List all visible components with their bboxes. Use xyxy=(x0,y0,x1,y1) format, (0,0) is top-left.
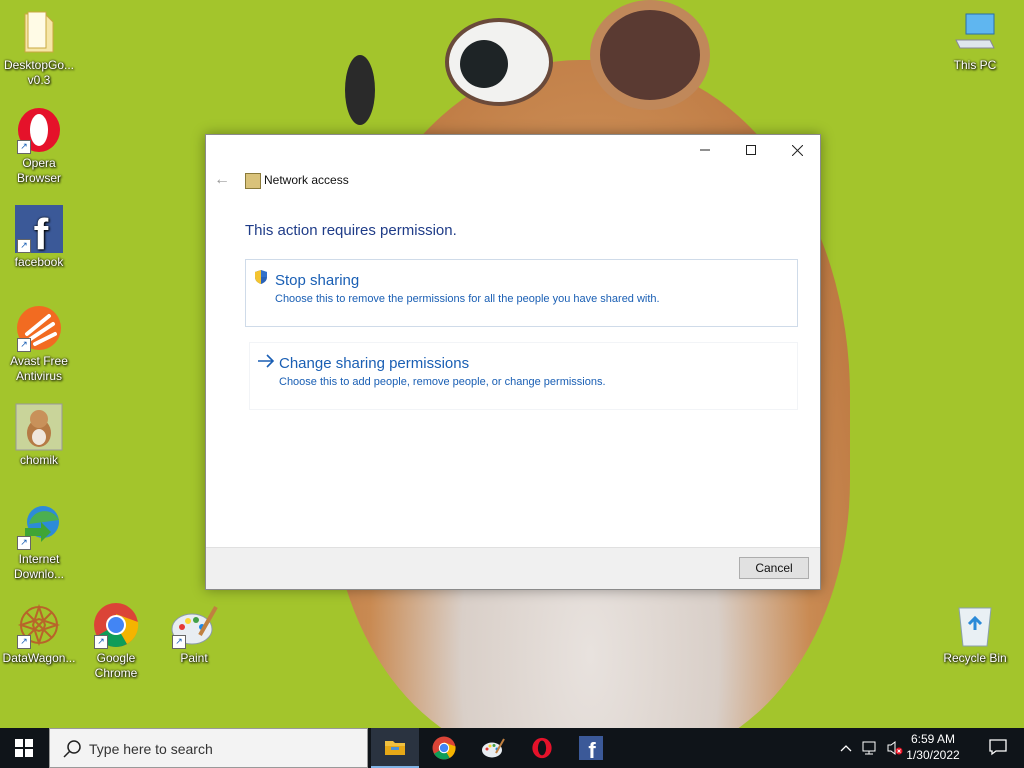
shortcut-arrow-icon: ↗ xyxy=(172,635,186,649)
taskbar: Type here to search f 6:59 AM 1/30/2022 xyxy=(0,728,1024,768)
network-status-button[interactable] xyxy=(860,728,882,768)
stop-sharing-option[interactable]: Stop sharing Choose this to remove the p… xyxy=(245,259,798,327)
idm-icon: ↗ xyxy=(15,502,63,550)
clock-date: 1/30/2022 xyxy=(906,748,960,762)
desktop-icon-label: Internet Downlo... xyxy=(13,552,65,581)
desktop-icon-label: DataWagon... xyxy=(2,651,76,665)
shortcut-arrow-icon: ↗ xyxy=(17,635,31,649)
change-sharing-permissions-option[interactable]: Change sharing permissions Choose this t… xyxy=(249,342,798,410)
maximize-button[interactable] xyxy=(728,135,774,165)
file-explorer-icon xyxy=(385,741,405,755)
svg-text:f: f xyxy=(588,738,596,760)
chevron-up-icon xyxy=(840,745,852,752)
desktop-icon-chrome[interactable]: ↗ Google Chrome xyxy=(78,601,154,681)
desktop-icon-label: Recycle Bin xyxy=(943,651,1007,665)
chrome-icon xyxy=(432,736,456,760)
title-bar xyxy=(206,135,820,165)
dialog-footer: Cancel xyxy=(206,547,820,589)
folder-icon xyxy=(15,8,63,56)
shortcut-arrow-icon: ↗ xyxy=(17,140,31,154)
search-placeholder: Type here to search xyxy=(89,741,213,757)
cancel-button[interactable]: Cancel xyxy=(739,557,809,579)
show-hidden-icons-button[interactable] xyxy=(836,728,856,768)
opera-icon xyxy=(532,737,552,759)
taskbar-facebook[interactable]: f xyxy=(567,728,615,768)
taskbar-opera[interactable] xyxy=(518,728,566,768)
desktop-icon-label: Opera Browser xyxy=(16,156,61,185)
maximize-icon xyxy=(746,145,756,155)
avast-icon: ↗ xyxy=(15,304,63,352)
navigation-row: ← Network access xyxy=(206,169,820,193)
action-center-button[interactable] xyxy=(988,738,1010,758)
facebook-icon: f ↗ xyxy=(15,205,63,253)
desktop-icon-facebook[interactable]: f ↗ facebook xyxy=(1,205,77,270)
network-access-dialog: ← Network access This action requires pe… xyxy=(205,134,821,590)
option-title: Stop sharing xyxy=(275,272,360,289)
shield-icon xyxy=(255,270,267,284)
hamster-icon xyxy=(15,403,63,451)
network-access-icon xyxy=(245,173,261,189)
wallpaper-hamster-ear xyxy=(590,0,710,110)
start-button[interactable] xyxy=(0,728,48,768)
dialog-heading: This action requires permission. xyxy=(245,222,457,239)
close-icon xyxy=(791,144,803,156)
paint-icon xyxy=(482,738,505,758)
search-icon xyxy=(63,740,81,758)
desktop-icon-label: Google Chrome xyxy=(94,651,138,680)
wallpaper-hamster-eye-left xyxy=(345,55,375,125)
shortcut-arrow-icon: ↗ xyxy=(17,239,31,253)
desktop-icon-label: chomik xyxy=(19,453,58,467)
desktop-icon-opera[interactable]: ↗ Opera Browser xyxy=(1,106,77,186)
taskbar-search-box[interactable]: Type here to search xyxy=(49,728,368,768)
windows-logo-icon xyxy=(15,739,33,757)
facebook-icon: f xyxy=(579,736,603,760)
taskbar-file-explorer[interactable] xyxy=(371,728,419,768)
clock-time: 6:59 AM xyxy=(910,732,956,746)
arrow-right-icon xyxy=(258,354,275,368)
desktop-icon-idm[interactable]: ↗ Internet Downlo... xyxy=(1,502,77,582)
datawagon-icon: ↗ xyxy=(15,601,63,649)
shortcut-arrow-icon: ↗ xyxy=(17,338,31,352)
wallpaper-hamster-pupil xyxy=(460,40,508,88)
desktop-icon-paint[interactable]: ↗ Paint xyxy=(156,601,232,666)
desktop-icon-label: facebook xyxy=(14,255,64,269)
desktop-icon-label: DesktopGo... v0.3 xyxy=(3,58,75,87)
shortcut-arrow-icon: ↗ xyxy=(94,635,108,649)
nav-title: Network access xyxy=(264,173,349,187)
svg-text:f: f xyxy=(34,210,49,253)
back-arrow-icon[interactable]: ← xyxy=(214,171,230,189)
option-description: Choose this to remove the permissions fo… xyxy=(275,293,660,305)
desktop-icon-label: Avast Free Antivirus xyxy=(10,354,68,383)
desktop-icon-datawagon[interactable]: ↗ DataWagon... xyxy=(1,601,77,666)
desktop-icon-label: This PC xyxy=(953,58,997,72)
network-icon xyxy=(862,741,876,755)
desktop-icon-desktopgo[interactable]: DesktopGo... v0.3 xyxy=(1,8,77,88)
shortcut-arrow-icon: ↗ xyxy=(17,536,31,550)
desktop-icon-chomik[interactable]: chomik xyxy=(1,403,77,468)
taskbar-chrome[interactable] xyxy=(420,728,468,768)
option-description: Choose this to add people, remove people… xyxy=(279,376,606,388)
computer-icon xyxy=(951,8,999,56)
close-button[interactable] xyxy=(774,135,820,165)
clock[interactable]: 6:59 AM 1/30/2022 xyxy=(898,731,968,763)
paint-icon: ↗ xyxy=(170,601,218,649)
desktop-icon-this-pc[interactable]: This PC xyxy=(937,8,1013,73)
minimize-icon xyxy=(700,149,710,151)
desktop-icon-avast[interactable]: ↗ Avast Free Antivirus xyxy=(1,304,77,384)
opera-icon: ↗ xyxy=(15,106,63,154)
desktop-icon-label: Paint xyxy=(180,651,208,665)
minimize-button[interactable] xyxy=(682,135,728,165)
notification-icon xyxy=(989,739,1007,756)
desktop-icon-recycle-bin[interactable]: Recycle Bin xyxy=(937,601,1013,666)
chrome-icon: ↗ xyxy=(92,601,140,649)
taskbar-paint[interactable] xyxy=(469,728,517,768)
option-title: Change sharing permissions xyxy=(279,355,470,372)
recycle-bin-icon xyxy=(951,601,999,649)
